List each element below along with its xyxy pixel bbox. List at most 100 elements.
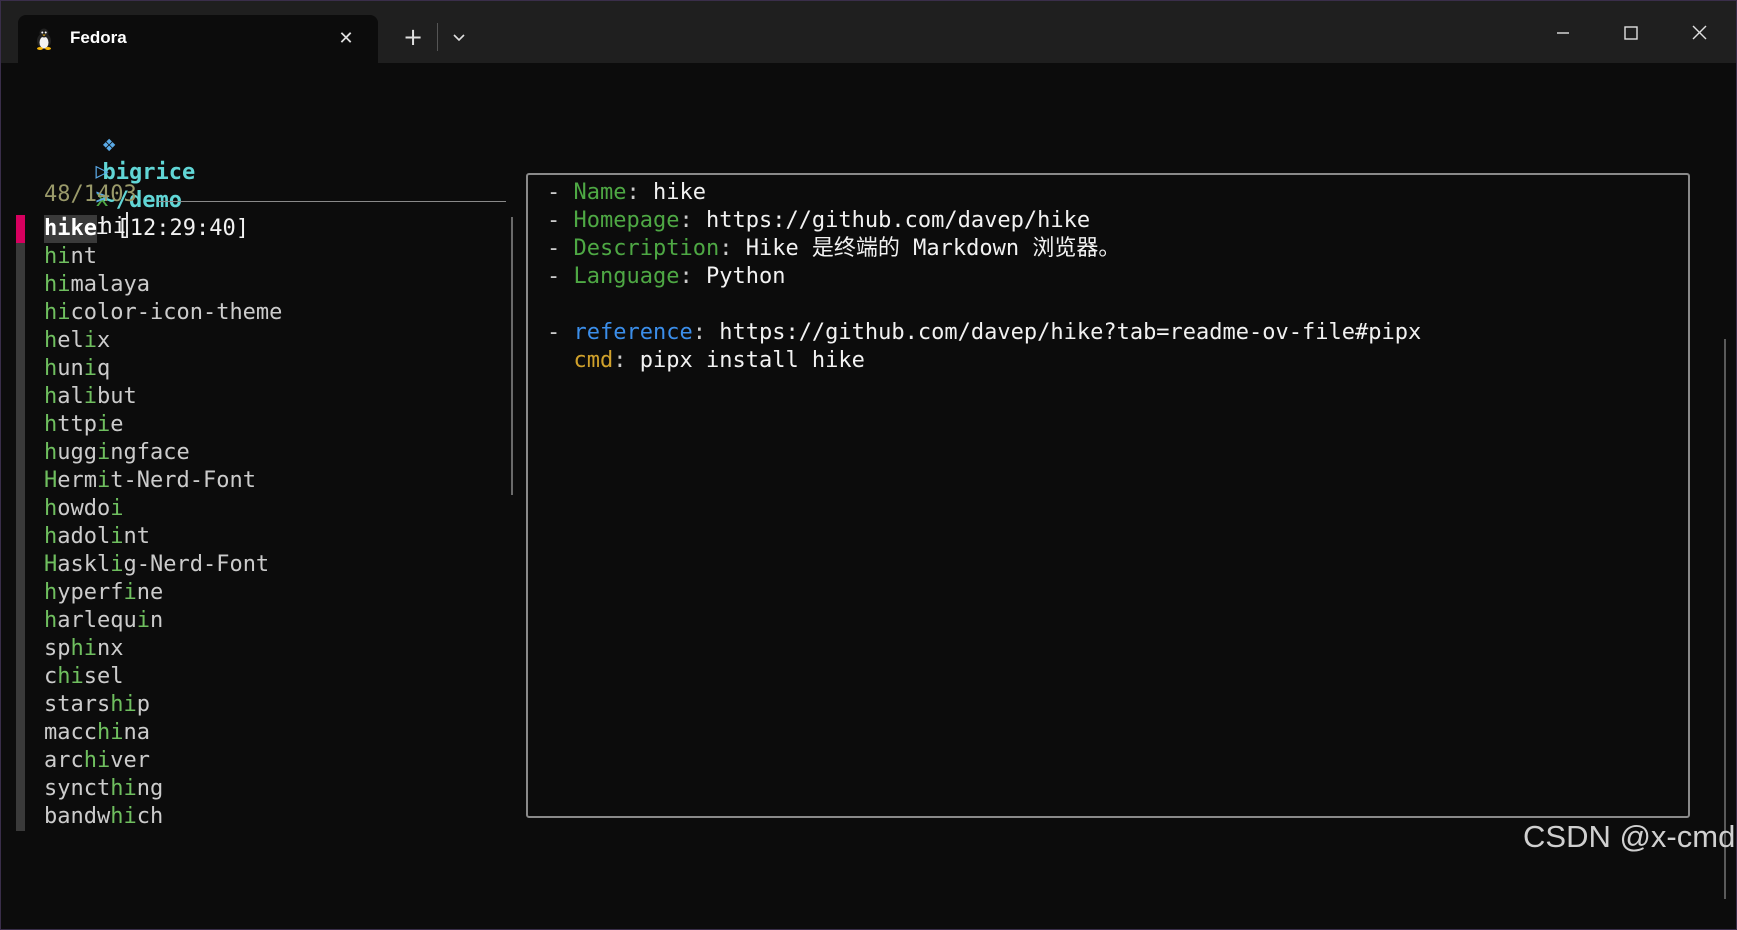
preview-name-key: Name: [573, 180, 627, 205]
result-item[interactable]: hint: [16, 243, 516, 271]
result-item-label: bandwhich: [44, 804, 164, 829]
preview-homepage-value[interactable]: https://github.com/davep/hike: [706, 208, 1090, 233]
preview-homepage-key: Homepage: [573, 208, 680, 233]
result-item[interactable]: hadolint: [16, 523, 516, 551]
result-item-label: harlequin: [44, 608, 164, 633]
result-item-label: hyperfine: [44, 580, 164, 605]
list-gutter: [16, 747, 25, 775]
terminal-content[interactable]: ❖ bigrice ~/demo [12:29:40] ▷ x i > hi 4…: [1, 63, 1736, 929]
list-gutter: [16, 775, 25, 803]
preview-cmd-key: cmd: [573, 348, 614, 373]
tab-separator: [437, 23, 438, 51]
preview-cmd-line: cmd: pipx install hike: [573, 348, 865, 373]
result-item-label: httpie: [44, 412, 124, 437]
list-gutter: [16, 355, 25, 383]
result-item[interactable]: harlequin: [16, 607, 516, 635]
result-item-label: macchina: [44, 720, 150, 745]
result-item[interactable]: huniq: [16, 355, 516, 383]
result-item[interactable]: bandwhich: [16, 803, 516, 831]
result-list[interactable]: hike hint himalaya hicolor-icon-theme helix h…: [16, 215, 516, 831]
list-gutter: [16, 271, 25, 299]
result-item-label: sphinx: [44, 636, 124, 661]
result-item[interactable]: hike: [16, 215, 516, 243]
result-item[interactable]: archiver: [16, 747, 516, 775]
preview-reference-value[interactable]: https://github.com/davep/hike?tab=readme…: [719, 320, 1421, 345]
result-item[interactable]: howdoi: [16, 495, 516, 523]
result-item-label: Hermit-Nerd-Font: [44, 468, 256, 493]
list-gutter: [16, 495, 25, 523]
preview-cmd-value: pipx install hike: [639, 348, 865, 373]
result-item-label: hint: [44, 244, 97, 269]
list-gutter: [16, 523, 25, 551]
result-item-label: archiver: [44, 748, 150, 773]
list-gutter: [16, 607, 25, 635]
result-item[interactable]: Hasklig-Nerd-Font: [16, 551, 516, 579]
preview-description-value: Hike 是终端的 Markdown 浏览器。: [745, 236, 1121, 261]
result-item[interactable]: httpie: [16, 411, 516, 439]
list-gutter: [16, 439, 25, 467]
maximize-button[interactable]: [1609, 15, 1653, 51]
list-gutter: [16, 691, 25, 719]
result-item[interactable]: hyperfine: [16, 579, 516, 607]
title-bar: Fedora ✕ +: [1, 1, 1736, 63]
chevron-down-icon[interactable]: [445, 23, 473, 51]
result-item[interactable]: syncthing: [16, 775, 516, 803]
preview-language-line: - Language: Python: [547, 264, 786, 289]
tab-close-button[interactable]: ✕: [332, 25, 360, 53]
preview-language-value: Python: [705, 264, 786, 289]
tab-title: Fedora: [70, 28, 127, 47]
list-gutter: [16, 663, 25, 691]
result-item[interactable]: hicolor-icon-theme: [16, 299, 516, 327]
preview-name-value: hike: [652, 180, 706, 205]
result-item-label: huggingface: [44, 440, 190, 465]
list-gutter: [16, 719, 25, 747]
result-item[interactable]: halibut: [16, 383, 516, 411]
watermark-text: CSDN @x-cmd: [1523, 819, 1736, 854]
result-item[interactable]: helix: [16, 327, 516, 355]
result-item-label: chisel: [44, 664, 124, 689]
tab-fedora[interactable]: Fedora ✕: [18, 15, 378, 63]
result-item-label: himalaya: [44, 272, 150, 297]
selection-marker: [16, 215, 25, 243]
list-gutter: [16, 411, 25, 439]
preview-reference-key: reference: [573, 320, 693, 345]
result-item[interactable]: Hermit-Nerd-Font: [16, 467, 516, 495]
result-list-scrollbar[interactable]: [511, 217, 513, 495]
tux-penguin-icon: [37, 28, 51, 50]
list-gutter: [16, 467, 25, 495]
preview-homepage-line: - Homepage: https://github.com/davep/hik…: [547, 208, 1091, 233]
result-item[interactable]: chisel: [16, 663, 516, 691]
list-gutter: [16, 579, 25, 607]
window-close-button[interactable]: [1677, 15, 1721, 51]
list-gutter: [16, 803, 25, 831]
result-item[interactable]: macchina: [16, 719, 516, 747]
result-item[interactable]: sphinx: [16, 635, 516, 663]
match-counter: 48/1403: [44, 182, 137, 207]
terminal-scrollbar[interactable]: [1724, 339, 1726, 899]
result-item-label: howdoi: [44, 496, 124, 521]
terminal-window: Fedora ✕ + ❖ bigrice ~/demo [12:29:40] ▷…: [0, 0, 1737, 930]
result-item-label: syncthing: [44, 776, 164, 801]
result-item-label: hadolint: [44, 524, 150, 549]
counter-divider: [158, 201, 506, 202]
list-gutter: [16, 243, 25, 271]
list-gutter: [16, 635, 25, 663]
result-item-label: starship: [44, 692, 150, 717]
new-tab-button[interactable]: +: [397, 21, 429, 53]
preview-reference-line: - reference: https://github.com/davep/hi…: [547, 320, 1422, 345]
result-item-label: hicolor-icon-theme: [44, 300, 283, 325]
close-icon: ✕: [338, 28, 354, 49]
result-item-label: halibut: [44, 384, 137, 409]
result-item[interactable]: himalaya: [16, 271, 516, 299]
list-gutter: [16, 383, 25, 411]
result-item-label: huniq: [44, 356, 111, 381]
result-item[interactable]: huggingface: [16, 439, 516, 467]
result-item[interactable]: starship: [16, 691, 516, 719]
list-gutter: [16, 551, 25, 579]
preview-description-line: - Description: Hike 是终端的 Markdown 浏览器。: [547, 236, 1121, 261]
plus-icon: +: [402, 23, 424, 51]
minimize-button[interactable]: [1541, 15, 1585, 51]
preview-name-line: - Name: hike: [547, 180, 706, 205]
preview-language-key: Language: [573, 264, 680, 289]
preview-description-key: Description: [573, 236, 720, 261]
